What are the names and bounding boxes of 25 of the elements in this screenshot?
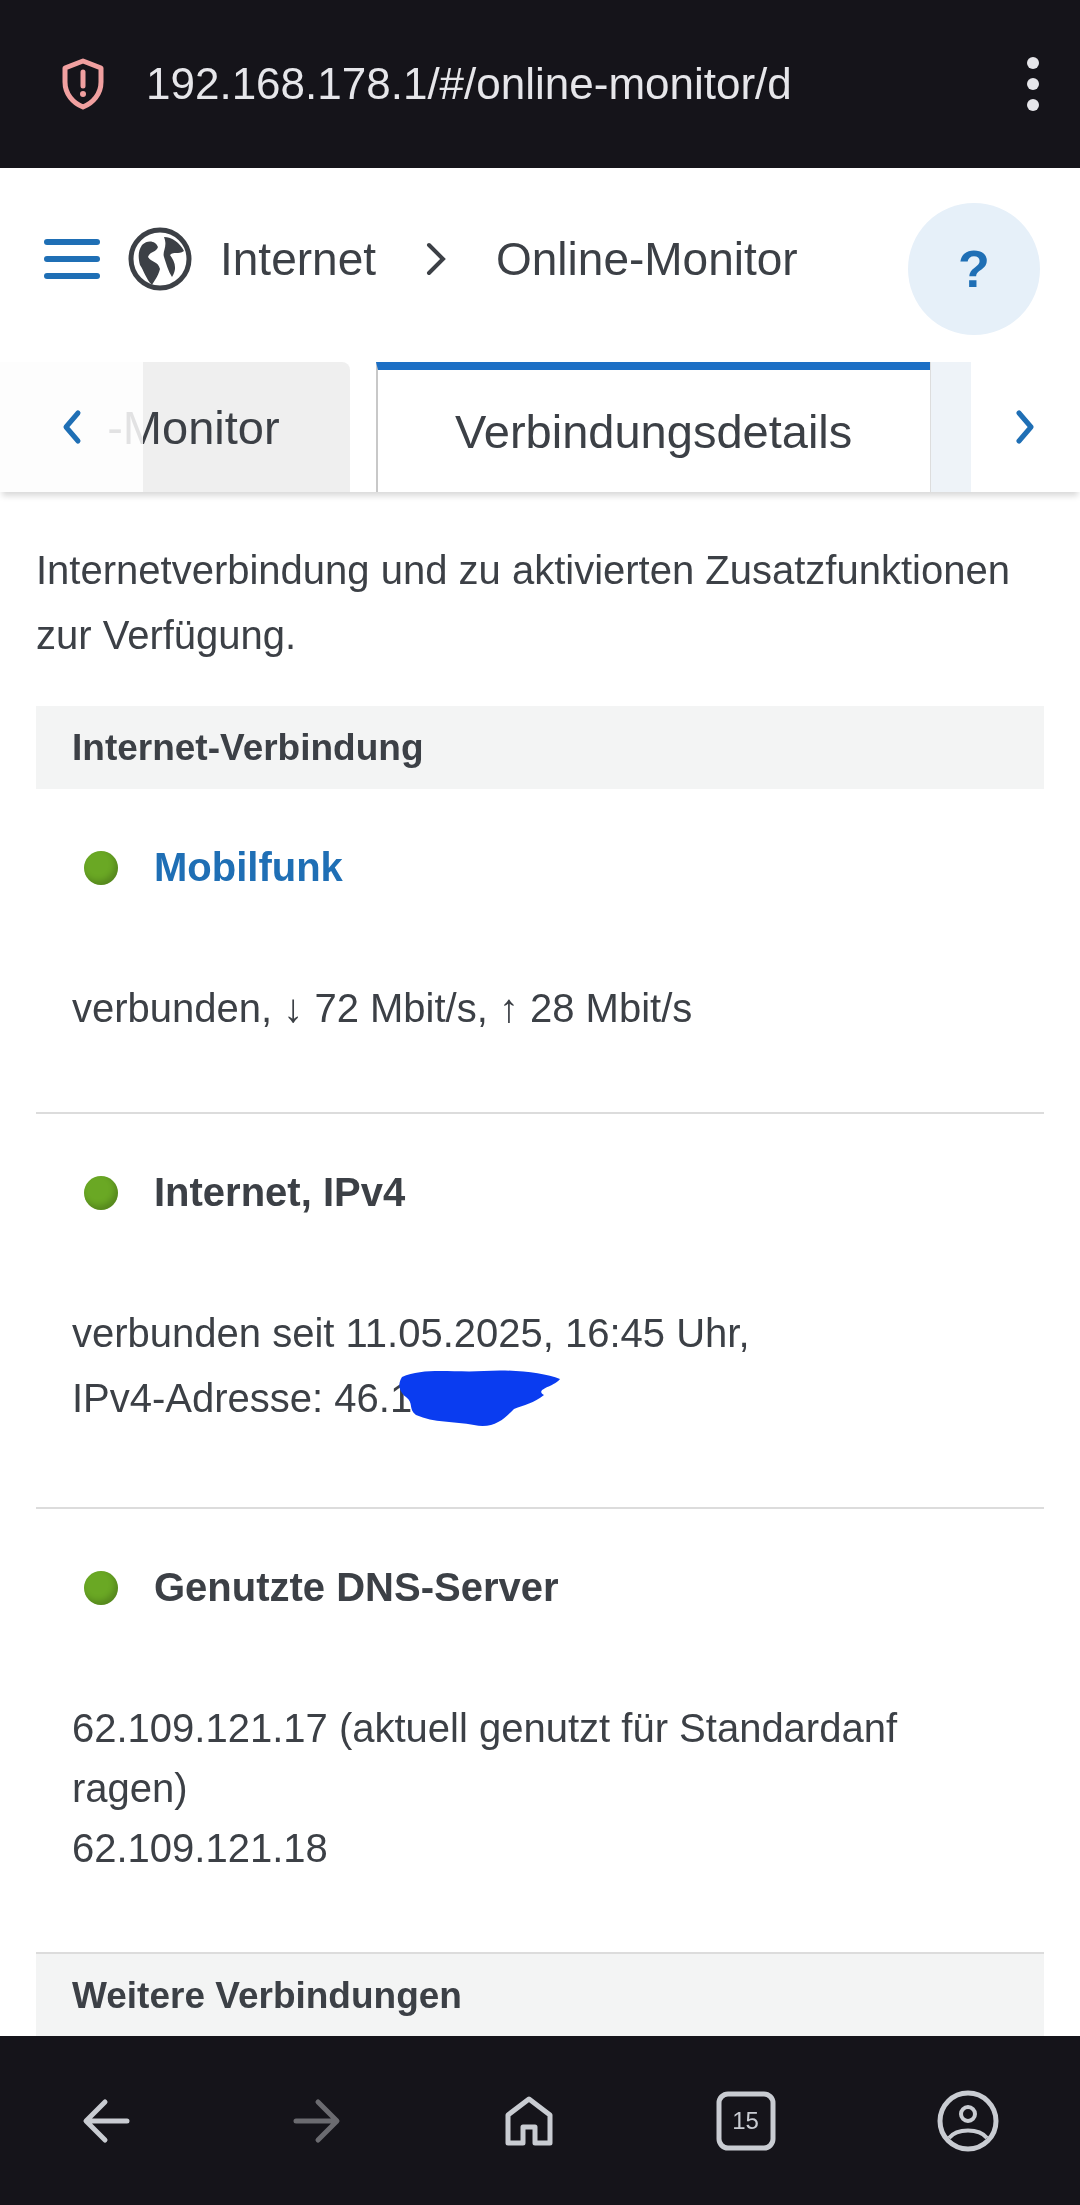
breadcrumb-current: Online-Monitor xyxy=(496,232,798,286)
help-button[interactable]: ? xyxy=(908,203,1040,335)
shield-alert-icon[interactable] xyxy=(60,58,106,110)
connection-title: Internet, IPv4 xyxy=(154,1170,406,1215)
home-button[interactable] xyxy=(504,2094,554,2147)
detail-text: 62.109.121.17 (aktuell genutzt für Standardanf xyxy=(72,1705,898,1752)
chevron-right-icon xyxy=(424,241,448,277)
detail-text: verbunden seit 11.05.2025, 16:45 Uhr, xyxy=(72,1310,750,1357)
globe-icon xyxy=(128,227,192,291)
account-button[interactable] xyxy=(937,2089,1000,2152)
intro-text: Internetverbindung und zu aktivierten Zusatzfunktionen zur Verfügung. xyxy=(36,547,1011,659)
detail-text: 62.109.121.18 xyxy=(72,1825,328,1872)
menu-icon[interactable] xyxy=(44,238,100,280)
tab[interactable]: Verbindungsdetails xyxy=(375,362,930,492)
section-header: Weitere Verbindungen xyxy=(36,1954,1044,2036)
breadcrumb-link[interactable]: Internet xyxy=(220,232,376,286)
tabs-button[interactable]: 15 xyxy=(715,2090,776,2151)
connection-title: Genutzte DNS-Server xyxy=(154,1565,559,1610)
detail-text: ragen) xyxy=(72,1765,188,1812)
more-icon[interactable] xyxy=(1026,56,1040,112)
detail-text: verbunden, ↓ 72 Mbit/s, ↑ 28 Mbit/s xyxy=(72,985,693,1032)
connection-link[interactable]: Mobilfunk xyxy=(154,845,343,890)
account-icon xyxy=(937,2089,1000,2152)
home-icon xyxy=(504,2094,554,2147)
section-header: Internet-Verbindung xyxy=(36,706,1044,789)
